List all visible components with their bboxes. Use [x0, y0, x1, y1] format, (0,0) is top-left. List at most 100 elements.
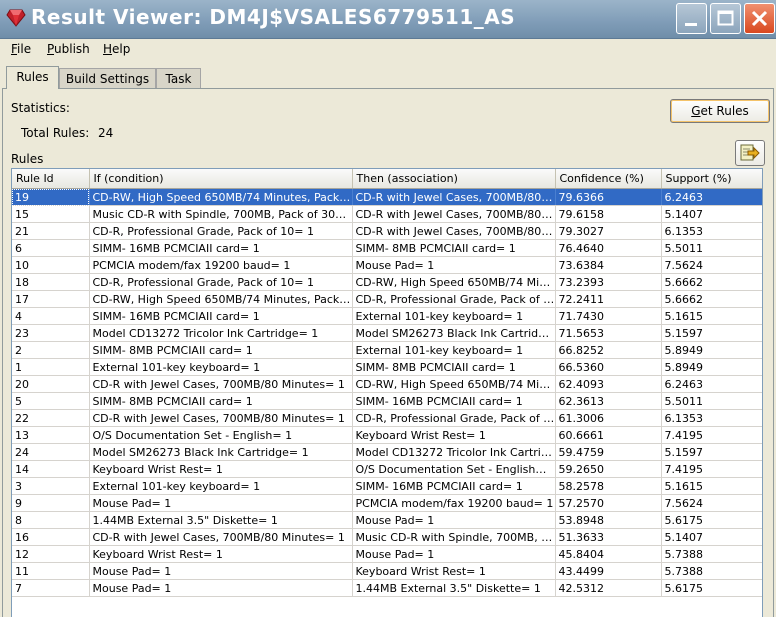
cell-rule-id: 10 — [12, 256, 90, 274]
table-row[interactable]: 18 CD-R, Professional Grade, Pack of 10= … — [12, 273, 762, 291]
table-row[interactable]: 11 Mouse Pad= 1 Keyboard Wrist Rest= 1 43.4… — [12, 562, 762, 580]
column-header-association[interactable]: Then (association) — [352, 169, 556, 189]
table-row[interactable]: 8 1.44MB External 3.5" Diskette= 1 Mouse P… — [12, 511, 762, 529]
cell-condition: SIMM- 16MB PCMCIAII card= 1 — [89, 239, 353, 257]
cell-association: CD-R with Jewel Cases, 700MB/80 Minutes=… — [352, 188, 556, 206]
cell-support: 5.1407 — [661, 205, 762, 223]
column-header-confidence[interactable]: Confidence (%) — [555, 169, 662, 189]
cell-confidence: 51.3633 — [555, 528, 662, 546]
table-row[interactable]: 7 Mouse Pad= 1 1.44MB External 3.5" Disket… — [12, 579, 762, 597]
cell-support: 5.6175 — [661, 579, 762, 597]
table-row[interactable]: 1 External 101-key keyboard= 1 SIMM- 8MB P… — [12, 358, 762, 376]
cell-association: SIMM- 16MB PCMCIAII card= 1 — [352, 392, 556, 410]
cell-association: CD-R with Jewel Cases, 700MB/80 Minutes=… — [352, 205, 556, 223]
column-header-condition[interactable]: If (condition) — [89, 169, 353, 189]
table-row[interactable]: 21 CD-R, Professional Grade, Pack of 10= … — [12, 222, 762, 240]
title-bar[interactable]: Result Viewer: DM4J$VSALES6779511_AS — [0, 0, 776, 39]
table-row[interactable]: 19 CD-RW, High Speed 650MB/74 Minutes, Pa… — [12, 188, 762, 206]
rules-section-label: Rules — [11, 152, 44, 166]
cell-support: 7.5624 — [661, 256, 762, 274]
cell-confidence: 73.6384 — [555, 256, 662, 274]
rules-table-body: 19 CD-RW, High Speed 650MB/74 Minutes, Pa… — [12, 188, 762, 597]
cell-association: SIMM- 8MB PCMCIAII card= 1 — [352, 239, 556, 257]
cell-support: 5.6662 — [661, 290, 762, 308]
cell-confidence: 62.3613 — [555, 392, 662, 410]
cell-rule-id: 5 — [12, 392, 90, 410]
cell-confidence: 71.7430 — [555, 307, 662, 325]
cell-condition: CD-R, Professional Grade, Pack of 10= 1 — [89, 222, 353, 240]
table-row[interactable]: 16 CD-R with Jewel Cases, 700MB/80 Minute… — [12, 528, 762, 546]
cell-confidence: 76.4640 — [555, 239, 662, 257]
table-row[interactable]: 14 Keyboard Wrist Rest= 1 O/S Documentatio… — [12, 460, 762, 478]
maximize-icon — [717, 10, 734, 26]
cell-support: 5.6175 — [661, 511, 762, 529]
cell-confidence: 53.8948 — [555, 511, 662, 529]
cell-support: 7.4195 — [661, 460, 762, 478]
cell-support: 5.1597 — [661, 324, 762, 342]
cell-association: Mouse Pad= 1 — [352, 511, 556, 529]
cell-confidence: 62.4093 — [555, 375, 662, 393]
export-arrow-icon — [740, 144, 760, 161]
table-row[interactable]: 15 Music CD-R with Spindle, 700MB, Pack o… — [12, 205, 762, 223]
cell-confidence: 57.2570 — [555, 494, 662, 512]
cell-confidence: 61.3006 — [555, 409, 662, 427]
table-row[interactable]: 24 Model SM26273 Black Ink Cartridge= 1 Mo… — [12, 443, 762, 461]
get-rules-label: et Rules — [700, 104, 749, 118]
cell-confidence: 42.5312 — [555, 579, 662, 597]
menu-file[interactable]: File — [11, 42, 31, 56]
cell-confidence: 73.2393 — [555, 273, 662, 291]
get-rules-button[interactable]: Get Rules — [670, 99, 770, 123]
table-row[interactable]: 13 O/S Documentation Set - English= 1 Keyb… — [12, 426, 762, 444]
cell-association: SIMM- 16MB PCMCIAII card= 1 — [352, 477, 556, 495]
cell-confidence: 79.3027 — [555, 222, 662, 240]
cell-rule-id: 9 — [12, 494, 90, 512]
table-row[interactable]: 23 Model CD13272 Tricolor Ink Cartridge= … — [12, 324, 762, 342]
cell-confidence: 72.2411 — [555, 290, 662, 308]
menu-publish-mnemonic: P — [47, 42, 55, 56]
table-header-row: Rule Id If (condition) Then (association… — [12, 169, 762, 189]
menu-help-label: elp — [112, 42, 131, 56]
cell-rule-id: 1 — [12, 358, 90, 376]
cell-association: Model SM26273 Black Ink Cartridge= 1 — [352, 324, 556, 342]
window-title: Result Viewer: DM4J$VSALES6779511_AS — [31, 5, 516, 29]
table-row[interactable]: 9 Mouse Pad= 1 PCMCIA modem/fax 19200 baud… — [12, 494, 762, 512]
table-row[interactable]: 6 SIMM- 16MB PCMCIAII card= 1 SIMM- 8MB PC… — [12, 239, 762, 257]
tab-rules[interactable]: Rules — [6, 66, 59, 89]
table-row[interactable]: 22 CD-R with Jewel Cases, 700MB/80 Minute… — [12, 409, 762, 427]
cell-association: Music CD-R with Spindle, 700MB, Pack of … — [352, 528, 556, 546]
rules-table[interactable]: Rule Id If (condition) Then (association… — [11, 168, 763, 617]
menu-publish[interactable]: Publish — [47, 42, 90, 56]
cell-rule-id: 21 — [12, 222, 90, 240]
cell-condition: Mouse Pad= 1 — [89, 579, 353, 597]
table-row[interactable]: 3 External 101-key keyboard= 1 SIMM- 16MB … — [12, 477, 762, 495]
menu-help[interactable]: Help — [103, 42, 130, 56]
export-button[interactable] — [735, 140, 765, 166]
cell-support: 5.1615 — [661, 307, 762, 325]
close-button[interactable] — [744, 3, 775, 34]
cell-condition: CD-R with Jewel Cases, 700MB/80 Minutes=… — [89, 528, 353, 546]
cell-rule-id: 14 — [12, 460, 90, 478]
tab-build-settings[interactable]: Build Settings — [59, 68, 156, 88]
minimize-button[interactable] — [676, 3, 707, 34]
cell-confidence: 71.5653 — [555, 324, 662, 342]
menu-help-mnemonic: H — [103, 42, 113, 56]
cell-support: 5.8949 — [661, 358, 762, 376]
cell-rule-id: 17 — [12, 290, 90, 308]
table-row[interactable]: 17 CD-RW, High Speed 650MB/74 Minutes, Pa… — [12, 290, 762, 308]
maximize-button[interactable] — [710, 3, 741, 34]
table-row[interactable]: 10 PCMCIA modem/fax 19200 baud= 1 Mouse Pa… — [12, 256, 762, 274]
table-row[interactable]: 5 SIMM- 8MB PCMCIAII card= 1 SIMM- 16MB PC… — [12, 392, 762, 410]
total-rules-label: Total Rules: — [21, 126, 90, 140]
cell-rule-id: 24 — [12, 443, 90, 461]
cell-condition: CD-R with Jewel Cases, 700MB/80 Minutes=… — [89, 375, 353, 393]
column-header-support[interactable]: Support (%) — [661, 169, 762, 189]
cell-support: 5.1615 — [661, 477, 762, 495]
column-header-rule-id[interactable]: Rule Id — [12, 169, 90, 189]
table-row[interactable]: 12 Keyboard Wrist Rest= 1 Mouse Pad= 1 45.8… — [12, 545, 762, 563]
table-row[interactable]: 4 SIMM- 16MB PCMCIAII card= 1 External 101… — [12, 307, 762, 325]
tab-task[interactable]: Task — [156, 68, 201, 88]
table-row[interactable]: 20 CD-R with Jewel Cases, 700MB/80 Minute… — [12, 375, 762, 393]
cell-condition: SIMM- 16MB PCMCIAII card= 1 — [89, 307, 353, 325]
cell-rule-id: 16 — [12, 528, 90, 546]
table-row[interactable]: 2 SIMM- 8MB PCMCIAII card= 1 External 101-… — [12, 341, 762, 359]
